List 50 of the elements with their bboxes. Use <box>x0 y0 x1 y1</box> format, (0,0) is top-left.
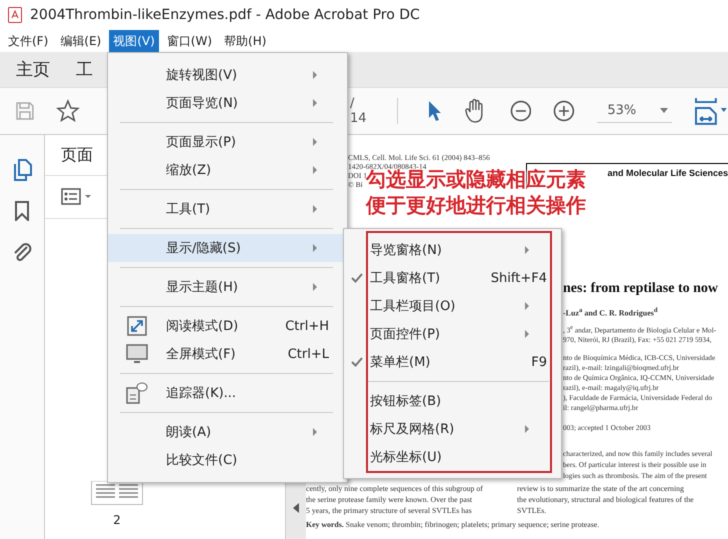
menu-item[interactable]: 工具窗格(T) Shift+F4 <box>344 264 561 292</box>
page-thumbnail[interactable] <box>91 481 143 505</box>
menu-item[interactable]: 页面控件(P) <box>344 320 561 348</box>
page-number: 2 <box>113 513 121 527</box>
window-title: 2004Thrombin-likeEnzymes.pdf - Adobe Acrobat Pro DC <box>30 7 420 23</box>
menu-item[interactable]: 阅读模式(D) Ctrl+H <box>108 312 347 340</box>
panel-title: 页面 <box>61 144 93 166</box>
menu-bar-item[interactable]: 窗口(W) <box>162 30 216 52</box>
menu-item[interactable]: 缩放(Z) <box>108 156 347 184</box>
zoom-out-icon[interactable] <box>510 100 532 122</box>
paperclip-icon[interactable] <box>12 241 32 263</box>
menu-item[interactable]: 页面显示(P) <box>108 128 347 156</box>
menu-item[interactable]: 工具栏项目(O) <box>344 292 561 320</box>
tab[interactable]: 工 <box>76 58 93 81</box>
fit-width-icon[interactable] <box>694 96 728 126</box>
article-title: nes: from reptilase to now <box>563 281 720 297</box>
pdf-file-icon <box>8 7 22 23</box>
menu-item[interactable]: 页面导览(N) <box>108 89 347 117</box>
caret-icon <box>660 108 668 113</box>
annotation-text: 便于更好地进行相关操作 <box>366 192 586 218</box>
bookmark-icon[interactable] <box>15 201 29 221</box>
menu-bar-item[interactable]: 帮助(H) <box>220 30 270 52</box>
menu-item[interactable]: 导览窗格(N) <box>344 236 561 264</box>
menu-bar-item[interactable]: 视图(V) <box>109 30 159 52</box>
menu-item[interactable]: 全屏模式(F) Ctrl+L <box>108 340 347 368</box>
menu-item[interactable]: 显示主题(H) <box>108 273 347 301</box>
menu-bar-item[interactable]: 文件(F) <box>4 30 52 52</box>
zoom-dropdown[interactable]: 53% <box>597 99 672 123</box>
menu-item[interactable]: 追踪器(K)... <box>108 379 347 407</box>
page-count: / 14 <box>350 96 368 126</box>
tracker-icon <box>126 382 148 404</box>
authors: -Luz$^{a}$ and C. R. Rodrigues$^{d}$ <box>563 307 659 318</box>
menu-item[interactable]: 标尺及网格(R) <box>344 415 561 443</box>
menu-item[interactable]: 工具(T) <box>108 195 347 223</box>
select-arrow-icon[interactable] <box>428 100 442 122</box>
options-icon[interactable] <box>61 188 93 206</box>
menu-bar-item[interactable]: 编辑(E) <box>56 30 106 52</box>
pages-icon[interactable] <box>12 159 32 181</box>
journal-name: and Molecular Life Sciences <box>607 168 728 178</box>
zoom-in-icon[interactable] <box>553 100 576 122</box>
menu-item[interactable]: 按钮标签(B) <box>344 387 561 415</box>
collapse-arrow-icon[interactable] <box>293 503 299 513</box>
star-icon[interactable] <box>56 99 80 123</box>
menu-item[interactable]: 比较文件(C) <box>108 446 347 474</box>
menu-item[interactable]: 菜单栏(M) F9 <box>344 348 561 376</box>
menu-item[interactable]: 朗读(A) <box>108 418 347 446</box>
tab[interactable]: 主页 <box>16 58 50 81</box>
monitor-icon <box>126 344 148 364</box>
menu-item[interactable]: 旋转视图(V) <box>108 61 347 89</box>
expand-icon <box>127 316 147 336</box>
